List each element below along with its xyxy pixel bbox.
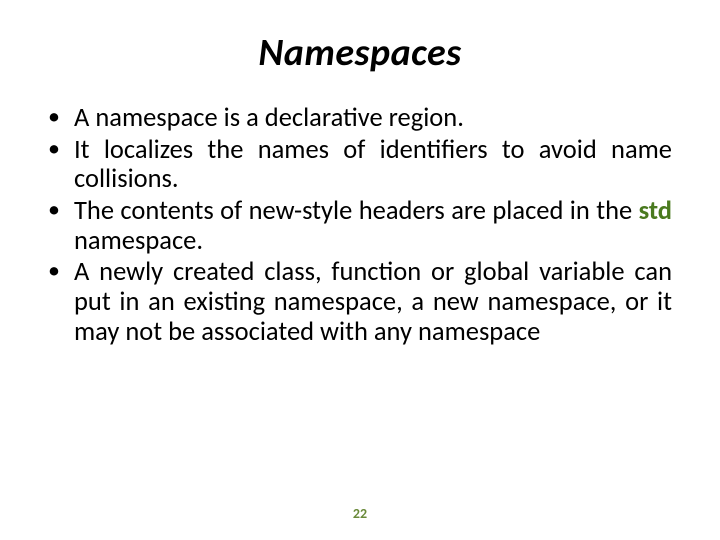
bullet-item: A namespace is a declarative region. (48, 104, 672, 134)
bullet-text-prefix: The contents of new-style headers are pl… (74, 195, 639, 227)
bullet-text-suffix: namespace. (74, 225, 203, 257)
bullet-text: A namespace is a declarative region. (74, 102, 464, 134)
bullet-text: A newly created class, function or globa… (74, 256, 672, 347)
page-number: 22 (0, 505, 720, 522)
bullet-item: A newly created class, function or globa… (48, 258, 672, 347)
slide-title: Namespaces (48, 30, 672, 76)
keyword-std: std (639, 195, 672, 227)
slide: Namespaces A namespace is a declarative … (0, 0, 720, 540)
bullet-item: It localizes the names of identifiers to… (48, 136, 672, 195)
bullet-text: It localizes the names of identifiers to… (74, 134, 672, 196)
bullet-list: A namespace is a declarative region. It … (48, 104, 672, 347)
bullet-item: The contents of new-style headers are pl… (48, 197, 672, 256)
